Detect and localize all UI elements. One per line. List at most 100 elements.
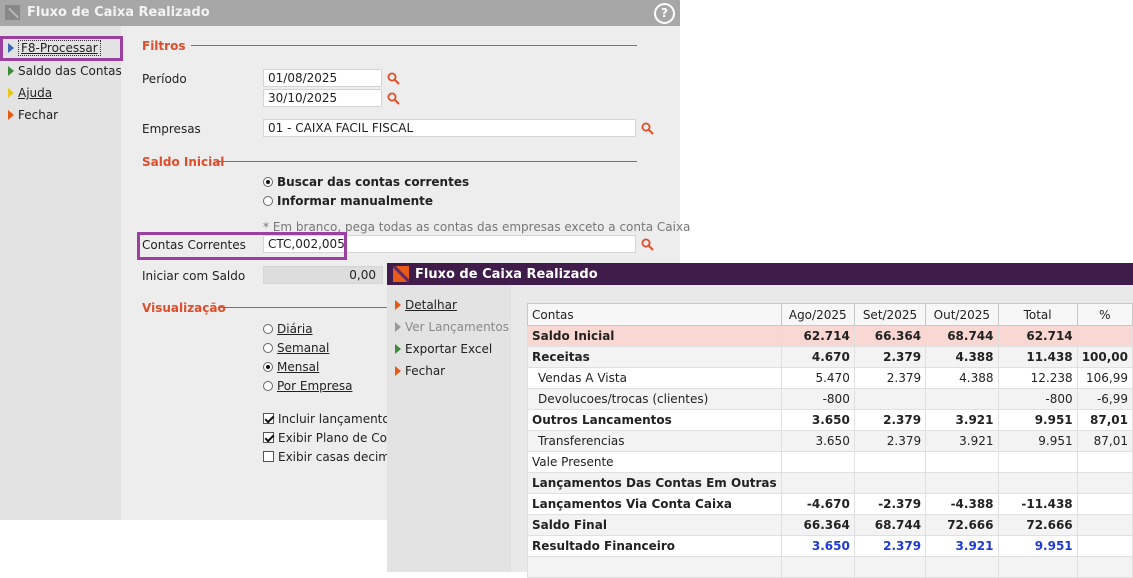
- table-row[interactable]: Resultado Financeiro 3.650 2.379 3.921 9.951: [527, 535, 1133, 557]
- periodo-inicio-input[interactable]: 01/08/2025: [263, 69, 382, 87]
- value-cell: [1076, 535, 1133, 557]
- highlight-f8-processar: [0, 36, 123, 61]
- radio-buscar-contas[interactable]: Buscar das contas correntes: [263, 175, 469, 189]
- radio-empty-icon: [263, 343, 273, 353]
- column-header-set[interactable]: Set/2025: [853, 303, 927, 326]
- section-visualizacao-title: Visualização: [142, 301, 226, 315]
- checkbox-incluir-lancamentos[interactable]: Incluir lançamentos f: [263, 412, 404, 426]
- value-cell: -6,99: [1076, 388, 1133, 410]
- menu-item-fechar-relatorio[interactable]: Fechar: [395, 362, 445, 380]
- cash-flow-table: Contas Ago/2025 Set/2025 Out/2025 Total …: [527, 303, 1133, 578]
- empty-cell: [853, 556, 927, 578]
- value-cell: [925, 388, 999, 410]
- account-name-cell: Vale Presente: [527, 451, 782, 473]
- table-row[interactable]: Transferencias 3.650 2.379 3.921 9.951 87,01: [527, 430, 1133, 452]
- column-header-out[interactable]: Out/2025: [925, 303, 999, 326]
- value-cell: 12.238: [997, 367, 1078, 389]
- front-side-menu: Detalhar Ver Lançamentos Exportar Excel …: [387, 285, 511, 572]
- table-row[interactable]: Vale Presente: [527, 451, 1133, 473]
- menu-item-exportar-excel[interactable]: Exportar Excel: [395, 340, 492, 358]
- radio-semanal[interactable]: Semanal: [263, 341, 329, 355]
- triangle-orange-icon: [395, 300, 401, 310]
- table-row[interactable]: Saldo Final 66.364 68.744 72.666 72.666: [527, 514, 1133, 536]
- column-header-total[interactable]: Total: [997, 303, 1078, 326]
- value-cell: [1076, 493, 1133, 515]
- app-logo-icon: [5, 5, 20, 20]
- value-cell: 87,01: [1076, 430, 1133, 452]
- triangle-gray-icon: [395, 322, 401, 332]
- value-cell: 3.921: [925, 409, 999, 431]
- value-cell: -11.438: [997, 493, 1078, 515]
- value-cell: [853, 451, 927, 473]
- column-header-percent[interactable]: %: [1076, 303, 1133, 326]
- help-icon[interactable]: ?: [654, 3, 675, 24]
- triangle-green-icon: [395, 344, 401, 354]
- menu-item-ver-lancamentos[interactable]: Ver Lançamentos: [395, 318, 509, 336]
- radio-empty-icon: [263, 381, 273, 391]
- radio-informar-manualmente[interactable]: Informar manualmente: [263, 194, 433, 208]
- empty-cell: [925, 556, 999, 578]
- table-row[interactable]: Vendas A Vista 5.470 2.379 4.388 12.238 106,9…: [527, 367, 1133, 389]
- periodo-label: Período: [142, 72, 187, 86]
- account-name-cell: Lançamentos Via Conta Caixa: [527, 493, 782, 515]
- table-row[interactable]: Receitas 4.670 2.379 4.388 11.438 100,00: [527, 346, 1133, 368]
- app-logo-icon: [393, 266, 409, 282]
- report-content: Contas Ago/2025 Set/2025 Out/2025 Total …: [511, 285, 1133, 578]
- checkbox-exibir-decimais[interactable]: Exibir casas decimais: [263, 450, 407, 464]
- search-icon[interactable]: [387, 92, 400, 105]
- menu-item-ajuda[interactable]: Ajuda: [8, 84, 52, 102]
- value-cell: 9.951: [997, 430, 1078, 452]
- account-name-cell: Outros Lancamentos: [527, 409, 782, 431]
- empty-cell: [1076, 556, 1133, 578]
- value-cell: 3.921: [925, 535, 999, 557]
- value-cell: 2.379: [853, 430, 927, 452]
- table-row[interactable]: Lançamentos Das Contas Em Outras: [527, 472, 1133, 494]
- empresas-input[interactable]: 01 - CAIXA FACIL FISCAL: [263, 119, 636, 137]
- section-filtros-title: Filtros: [142, 39, 186, 53]
- value-cell: [997, 472, 1078, 494]
- column-header-contas[interactable]: Contas: [527, 303, 782, 326]
- value-cell: 66.364: [853, 325, 927, 347]
- value-cell: -4.670: [780, 493, 855, 515]
- search-icon[interactable]: [387, 72, 400, 85]
- table-row[interactable]: Outros Lancamentos 3.650 2.379 3.921 9.951 87…: [527, 409, 1133, 431]
- menu-item-saldo-das-contas[interactable]: Saldo das Contas: [8, 62, 122, 80]
- section-saldo-inicial-title: Saldo Inicial: [142, 155, 225, 169]
- periodo-fim-input[interactable]: 30/10/2025: [263, 89, 382, 107]
- account-name-cell: Transferencias: [527, 430, 782, 452]
- radio-mensal[interactable]: Mensal: [263, 360, 319, 374]
- value-cell: -4.388: [925, 493, 999, 515]
- triangle-green-icon: [8, 66, 14, 76]
- value-cell: 2.379: [853, 409, 927, 431]
- checkbox-empty-icon: [263, 451, 274, 462]
- iniciar-saldo-label: Iniciar com Saldo: [142, 269, 246, 283]
- value-cell: 62.714: [780, 325, 855, 347]
- search-icon[interactable]: [641, 238, 654, 251]
- radio-por-empresa[interactable]: Por Empresa: [263, 379, 352, 393]
- value-cell: 87,01: [1076, 409, 1133, 431]
- value-cell: 3.650: [780, 535, 855, 557]
- value-cell: 3.650: [780, 409, 855, 431]
- triangle-yellow-icon: [8, 88, 14, 98]
- search-icon[interactable]: [641, 122, 654, 135]
- account-name-cell: Lançamentos Das Contas Em Outras: [527, 472, 782, 494]
- value-cell: 4.388: [925, 346, 999, 368]
- table-row[interactable]: Saldo Inicial 62.714 66.364 68.744 62.714: [527, 325, 1133, 347]
- value-cell: [1076, 451, 1133, 473]
- menu-item-detalhar[interactable]: Detalhar: [395, 296, 457, 314]
- iniciar-saldo-input[interactable]: 0,00: [263, 266, 383, 284]
- menu-item-fechar[interactable]: Fechar: [8, 106, 58, 124]
- checkbox-checked-icon: [263, 413, 274, 424]
- value-cell: 72.666: [925, 514, 999, 536]
- checkbox-exibir-plano[interactable]: Exibir Plano de Conta: [263, 431, 407, 445]
- table-row[interactable]: Lançamentos Via Conta Caixa -4.670 -2.379-…: [527, 493, 1133, 515]
- table-row-empty: [527, 556, 1133, 578]
- column-header-ago[interactable]: Ago/2025: [780, 303, 855, 326]
- value-cell: [780, 451, 855, 473]
- value-cell: [925, 472, 999, 494]
- radio-diaria[interactable]: Diária: [263, 322, 313, 336]
- table-row[interactable]: Devolucoes/trocas (clientes) -800 -800 -6,9…: [527, 388, 1133, 410]
- section-divider: [191, 45, 637, 46]
- radio-empty-icon: [263, 324, 273, 334]
- value-cell: [1076, 514, 1133, 536]
